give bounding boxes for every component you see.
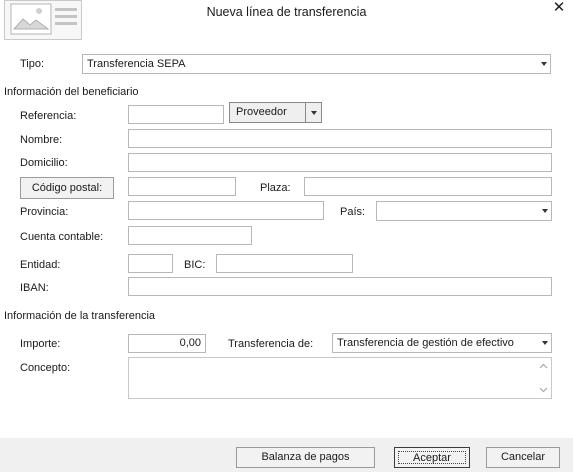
chevron-down-icon bbox=[542, 209, 548, 213]
proveedor-button-label: Proveedor bbox=[236, 106, 287, 118]
importe-label: Importe: bbox=[20, 338, 61, 350]
bic-input[interactable] bbox=[216, 254, 353, 273]
transferencia-de-label: Transferencia de: bbox=[228, 338, 314, 350]
scroll-up-icon[interactable] bbox=[539, 362, 548, 371]
transferencia-de-value: Transferencia de gestión de efectivo bbox=[337, 337, 514, 349]
tipo-label: Tipo: bbox=[20, 58, 45, 70]
codigo-postal-button[interactable]: Código postal: bbox=[20, 177, 114, 199]
aceptar-button[interactable]: Aceptar bbox=[394, 447, 470, 468]
cancelar-button[interactable]: Cancelar bbox=[486, 447, 560, 468]
referencia-label: Referencia: bbox=[20, 110, 77, 122]
aceptar-button-label: Aceptar bbox=[398, 451, 466, 464]
proveedor-button[interactable]: Proveedor bbox=[229, 102, 322, 123]
chevron-down-icon bbox=[541, 62, 547, 66]
entidad-label: Entidad: bbox=[20, 259, 61, 271]
cuenta-contable-input[interactable] bbox=[128, 226, 252, 245]
chevron-down-icon bbox=[311, 111, 317, 115]
concepto-label: Concepto: bbox=[20, 362, 71, 374]
provincia-label: Provincia: bbox=[20, 206, 69, 218]
chevron-down-icon bbox=[542, 341, 548, 345]
window-title: Nueva línea de transferencia bbox=[206, 5, 367, 19]
balanza-de-pagos-button[interactable]: Balanza de pagos bbox=[236, 447, 375, 468]
cuenta-contable-label: Cuenta contable: bbox=[20, 231, 104, 243]
transferencia-de-select[interactable]: Transferencia de gestión de efectivo bbox=[332, 333, 552, 353]
bic-label: BIC: bbox=[184, 259, 206, 271]
pais-select[interactable] bbox=[376, 201, 552, 221]
beneficiario-section-title: Información del beneficiario bbox=[4, 86, 139, 98]
nombre-input[interactable] bbox=[128, 129, 552, 148]
tipo-select[interactable]: Transferencia SEPA bbox=[82, 54, 551, 74]
proveedor-dropdown-arrow[interactable] bbox=[305, 103, 321, 122]
codigo-postal-input[interactable] bbox=[128, 177, 236, 196]
tipo-value: Transferencia SEPA bbox=[87, 58, 186, 70]
scroll-down-icon[interactable] bbox=[539, 385, 548, 394]
nombre-label: Nombre: bbox=[20, 134, 63, 146]
entidad-input[interactable] bbox=[128, 254, 173, 273]
concepto-textarea[interactable] bbox=[128, 357, 552, 399]
iban-label: IBAN: bbox=[20, 282, 49, 294]
transferencia-section-title: Información de la transferencia bbox=[4, 310, 156, 322]
domicilio-input[interactable] bbox=[128, 153, 552, 172]
close-icon[interactable]: ✕ bbox=[551, 0, 567, 16]
domicilio-label: Domicilio: bbox=[20, 157, 68, 169]
referencia-input[interactable] bbox=[128, 105, 224, 124]
pais-label: País: bbox=[340, 206, 366, 218]
plaza-label: Plaza: bbox=[260, 182, 291, 194]
plaza-input[interactable] bbox=[304, 177, 552, 196]
importe-input[interactable]: 0,00 bbox=[128, 334, 206, 353]
iban-input[interactable] bbox=[128, 277, 552, 296]
provincia-input[interactable] bbox=[128, 201, 324, 220]
